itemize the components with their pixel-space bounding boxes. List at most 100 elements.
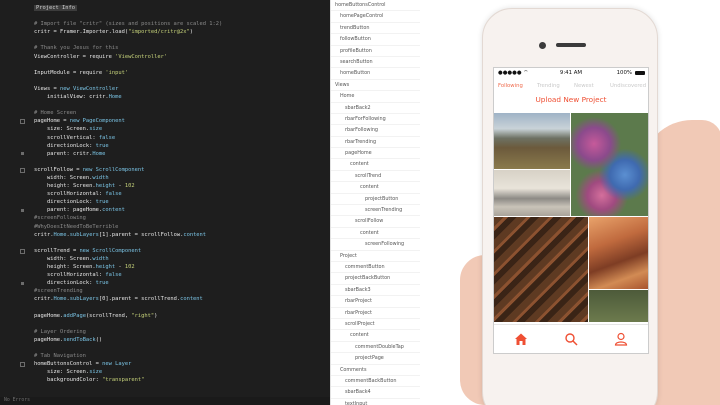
tab-trending[interactable]: Trending xyxy=(537,80,560,92)
layer-item[interactable]: Project xyxy=(331,251,421,262)
code-line[interactable]: directionLock: true xyxy=(34,142,330,150)
code-line[interactable]: backgroundColor: "transparent" xyxy=(34,376,330,384)
photo-rust-sculpture[interactable] xyxy=(494,217,588,322)
layer-item[interactable]: pageHome xyxy=(331,148,421,160)
layer-panel[interactable]: homeButtonsControl homePageControl trendBu… xyxy=(330,0,421,405)
code-line[interactable]: directionLock: true xyxy=(34,279,330,287)
layer-item[interactable]: textInput xyxy=(331,399,421,405)
code-line[interactable]: initialView: critr.Home xyxy=(34,93,330,101)
code-line[interactable] xyxy=(34,61,330,69)
layer-item[interactable]: projectPage xyxy=(331,353,421,365)
search-icon[interactable] xyxy=(564,331,578,346)
layer-item[interactable]: searchButton xyxy=(331,57,421,69)
code-line[interactable]: # Tab Navigation xyxy=(34,352,330,360)
fold-marker-icon[interactable] xyxy=(20,248,25,254)
layer-item[interactable]: Home xyxy=(331,91,421,103)
tab-undiscovered[interactable]: Undiscovered xyxy=(610,80,646,92)
code-line[interactable]: Project Info xyxy=(34,4,330,12)
code-line[interactable]: scrollVertical: false xyxy=(34,134,330,142)
photo-mountain-barn[interactable] xyxy=(494,113,570,169)
code-line[interactable] xyxy=(34,12,330,20)
fold-marker-icon[interactable] xyxy=(20,118,25,124)
layer-item[interactable]: projectButton xyxy=(331,194,421,206)
code-line[interactable]: scrollHorizontal: false xyxy=(34,271,330,279)
code-line[interactable]: # Import file "critr" (sizes and positio… xyxy=(34,20,330,28)
layer-item[interactable]: commentBackButton xyxy=(331,376,421,388)
photo-classic-car[interactable] xyxy=(494,170,570,216)
code-line[interactable]: parent: pageHome.content xyxy=(34,206,330,214)
layer-item[interactable]: rbarTrending xyxy=(331,137,421,149)
layer-item[interactable]: followButton xyxy=(331,34,421,46)
photo-canyon[interactable] xyxy=(589,217,648,289)
code-line[interactable]: #WhyDoesItNeedToBeTerrible xyxy=(34,223,330,231)
layer-item[interactable]: projectBackButton xyxy=(331,273,421,285)
code-line[interactable]: #screenFollowing xyxy=(34,214,330,222)
layer-item[interactable]: trendButton xyxy=(331,23,421,35)
code-line[interactable]: homeButtonsControl = new Layer xyxy=(34,360,330,368)
layer-item[interactable]: rbarProject xyxy=(331,296,421,308)
layer-item[interactable]: sbarBack3 xyxy=(331,285,421,297)
code-line[interactable]: directionLock: true xyxy=(34,198,330,206)
home-icon[interactable] xyxy=(514,331,528,345)
fold-marker-icon[interactable] xyxy=(20,361,25,367)
layer-item[interactable]: content xyxy=(331,330,421,342)
upload-project-button[interactable]: Upload New Project xyxy=(494,95,648,104)
tab-following[interactable]: Following xyxy=(498,80,523,92)
code-line[interactable]: width: Screen.width xyxy=(34,174,330,182)
photo-moss[interactable] xyxy=(589,290,648,322)
layer-item[interactable]: scrollFollow xyxy=(331,216,421,228)
tab-newest[interactable]: Newest xyxy=(574,80,594,92)
photo-flowers[interactable] xyxy=(571,113,648,216)
code-line[interactable]: width: Screen.width xyxy=(34,255,330,263)
layer-item[interactable]: scrollProject xyxy=(331,319,421,331)
layer-item[interactable]: Comments xyxy=(331,365,421,376)
code-line[interactable]: critr = Framer.Importer.load("imported/c… xyxy=(34,28,330,36)
layer-item[interactable]: commentDoubleTap xyxy=(331,342,421,354)
code-line[interactable]: Views = new ViewController xyxy=(34,85,330,93)
code-line[interactable]: critr.Home.subLayers[1].parent = scrollF… xyxy=(34,231,330,239)
layer-item[interactable]: homePageControl xyxy=(331,11,421,23)
code-line[interactable]: pageHome.sendToBack() xyxy=(34,336,330,344)
code-line[interactable]: scrollTrend = new ScrollComponent xyxy=(34,247,330,255)
code-line[interactable]: #screenTrending xyxy=(34,287,330,295)
code-line[interactable] xyxy=(34,101,330,109)
code-line[interactable]: # Home Screen xyxy=(34,109,330,117)
layer-item[interactable]: rbarForFollowing xyxy=(331,114,421,126)
code-line[interactable]: size: Screen.size xyxy=(34,125,330,133)
layer-item[interactable]: scrollTrend xyxy=(331,171,421,183)
code-line[interactable]: InputModule = require 'input' xyxy=(34,69,330,77)
code-editor[interactable]: Project Info # Import file "critr" (sizes… xyxy=(0,0,330,405)
code-line[interactable] xyxy=(34,344,330,352)
layer-item[interactable]: rbarFollowing xyxy=(331,125,421,137)
code-line[interactable]: pageHome.addPage(scrollTrend, "right") xyxy=(34,312,330,320)
code-line[interactable] xyxy=(34,303,330,311)
phone-screen[interactable]: ●●●●● ⌔ 9:41 AM 100% Following Trending … xyxy=(493,67,649,354)
code-line[interactable] xyxy=(34,158,330,166)
fold-marker-icon[interactable] xyxy=(20,167,25,173)
code-line[interactable] xyxy=(34,36,330,44)
code-line[interactable] xyxy=(34,77,330,85)
code-line[interactable]: critr.Home.subLayers[0].parent = scrollT… xyxy=(34,295,330,303)
layer-item[interactable]: content xyxy=(331,159,421,171)
layer-item[interactable]: Views xyxy=(331,80,421,92)
code-line[interactable] xyxy=(34,239,330,247)
code-line[interactable]: scrollFollow = new ScrollComponent xyxy=(34,166,330,174)
code-line[interactable] xyxy=(34,320,330,328)
layer-item[interactable]: screenTrending xyxy=(331,205,421,217)
profile-icon[interactable] xyxy=(614,331,628,346)
code-line[interactable]: height: Screen.height - 102 xyxy=(34,263,330,271)
layer-item[interactable]: homeButtonsControl xyxy=(331,0,421,12)
layer-item[interactable]: profileButton xyxy=(331,46,421,57)
code-line[interactable]: scrollHorizontal: false xyxy=(34,190,330,198)
code-line[interactable]: # Layer Ordering xyxy=(34,328,330,336)
code-line[interactable]: # Thank you Jesus for this xyxy=(34,44,330,52)
layer-item[interactable]: screenFollowing xyxy=(331,239,421,251)
layer-item[interactable]: content xyxy=(331,182,421,194)
code-area[interactable]: Project Info # Import file "critr" (sizes… xyxy=(34,4,330,384)
layer-item[interactable]: content xyxy=(331,228,421,240)
layer-item[interactable]: sbarBack4 xyxy=(331,387,421,399)
code-line[interactable]: height: Screen.height - 102 xyxy=(34,182,330,190)
code-line[interactable]: ViewController = require 'ViewController… xyxy=(34,53,330,61)
code-line[interactable]: parent: critr.Home xyxy=(34,150,330,158)
code-line[interactable]: pageHome = new PageComponent xyxy=(34,117,330,125)
